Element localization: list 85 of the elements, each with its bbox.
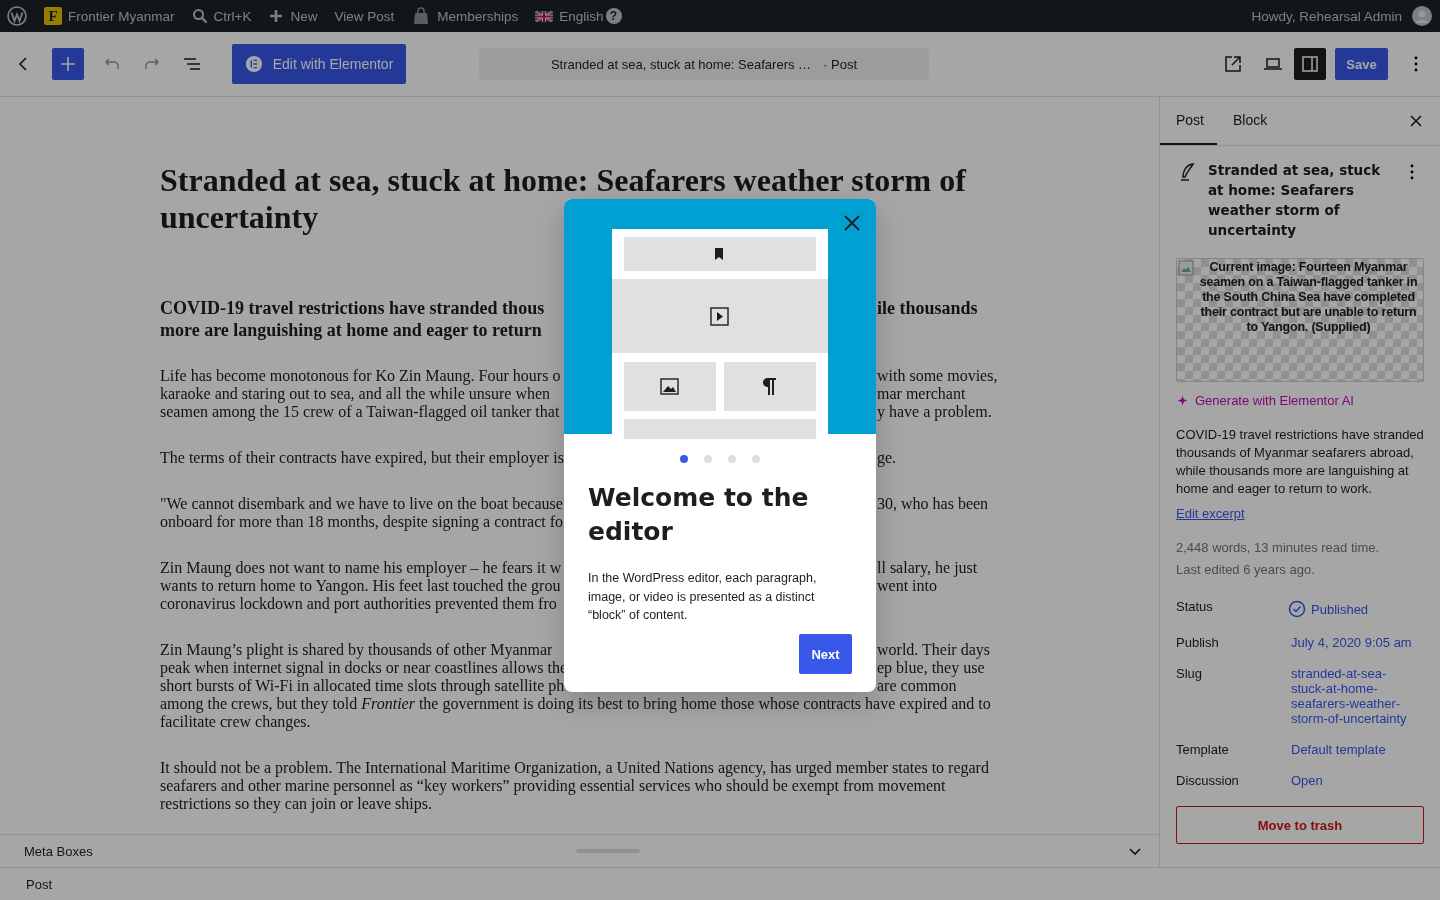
- paragraph-text: ge.: [877, 449, 897, 467]
- paragraph-text: wants to return home to Yangon. His feet last touched the grou: [160, 577, 561, 595]
- document-title-bar[interactable]: Stranded at sea, stuck at home: Seafarers … · Post: [479, 48, 929, 80]
- paragraph-text: restrictions so they can join or leave ships.: [160, 795, 432, 813]
- page-dot[interactable]: [680, 455, 688, 463]
- wordpress-logo-icon[interactable]: [7, 6, 27, 26]
- check-circle-icon: [1287, 599, 1307, 619]
- paragraph-text: seafarers and other marine personnel as “key workers” providing essential services who should be exempt from movement: [160, 777, 946, 795]
- paragraph-text: karaoke and staring out to sea, and all the while unsure when: [160, 385, 551, 403]
- elementor-logo-icon: [244, 55, 263, 73]
- paragraph-text: mar merchant: [877, 385, 966, 403]
- status-button[interactable]: Published: [1287, 599, 1415, 619]
- paragraph-text: "We cannot disembark and we have to live on the boat because: [160, 495, 563, 513]
- paragraph-text: 30, who has been: [877, 495, 989, 513]
- add-block-button[interactable]: [52, 48, 84, 80]
- excerpt-text: COVID-19 travel restrictions have stranded thousands of Myanmar seafarers abroad, while thousands more are languishing at home and eager to return to work.: [1176, 426, 1424, 498]
- paragraph-text: are common: [877, 677, 957, 695]
- new-content-link[interactable]: New: [268, 8, 318, 24]
- field-value-link[interactable]: Default template: [1291, 742, 1419, 757]
- post-stats-text: 2,448 words, 13 minutes read time.: [1176, 539, 1381, 557]
- paragraph-text: ll salary, he just: [877, 559, 978, 577]
- plus-icon: [268, 8, 285, 24]
- settings-sidebar-toggle[interactable]: [1294, 48, 1326, 80]
- field-label: Publish: [1176, 635, 1220, 650]
- lead-text: more are languishing at home and eager to return: [160, 319, 542, 341]
- paragraph-text: among the crews, but they told Frontier the government is doing its best to bring home those whose contracts have expired and to: [160, 695, 991, 713]
- lead-text: ile thousands: [877, 297, 978, 319]
- post-title[interactable]: Stranded at sea, stuck at home: Seafarers weather storm of uncertainty: [160, 162, 992, 236]
- edit-with-elementor-button[interactable]: Edit with Elementor: [232, 44, 406, 84]
- sidebar-tab[interactable]: Block: [1217, 97, 1284, 145]
- sparkle-icon: [1176, 394, 1189, 407]
- paragraph-text: onboard for more than 18 months, despite signing a contract fo: [160, 513, 563, 531]
- field-label: Slug: [1176, 666, 1204, 681]
- featured-image[interactable]: Current image: Fourteen Myanmar seamen on a Taiwan-flagged tanker in the South China Sea have completed their contract but are unable to return to Yangon. (Supplied): [1176, 258, 1424, 382]
- search-icon: [191, 8, 208, 24]
- search-command-link[interactable]: Ctrl+K: [191, 8, 252, 24]
- paragraph-text: went into: [877, 577, 937, 595]
- move-to-trash-button[interactable]: Move to trash: [1176, 806, 1424, 844]
- edit-excerpt-link[interactable]: Edit excerpt: [1176, 506, 1245, 521]
- memberships-link[interactable]: Memberships: [411, 6, 519, 26]
- site-link[interactable]: F Frontier Myanmar: [44, 7, 175, 25]
- paragraph-text: It should not be a problem. The International Maritime Organization, a United Nations agency, has urged member states to regard: [160, 759, 989, 777]
- paragraph-text: world. Their days: [877, 641, 990, 659]
- paragraph-text: ep blue, they use: [877, 659, 985, 677]
- paragraph-text: with some movies,: [877, 367, 998, 385]
- site-logo-icon: F: [44, 7, 62, 25]
- paragraph-text: coronavirus lockdown and port authorities prevented them fro: [160, 595, 557, 613]
- document-type: · Post: [823, 56, 858, 72]
- avatar-icon: [1412, 6, 1432, 26]
- paragraph-text: Zin Maung does not want to name his employer – he fears it w: [160, 559, 562, 577]
- field-value-link[interactable]: stranded-at-sea-stuck-at-home-seafarers-weather-storm-of-uncertainty: [1291, 666, 1419, 726]
- view-post-link[interactable]: View Post: [334, 8, 395, 24]
- paragraph-text: y have a problem.: [877, 403, 992, 421]
- document-title: Stranded at sea, stuck at home: Seafarers …: [550, 56, 812, 72]
- post-stats-text: Last edited 6 years ago.: [1176, 561, 1316, 579]
- broken-image-icon: [1178, 260, 1194, 276]
- next-button[interactable]: Next: [799, 634, 852, 674]
- field-value-link[interactable]: Open: [1291, 773, 1419, 788]
- field-label: Template: [1176, 742, 1230, 757]
- page-dot[interactable]: [728, 455, 736, 463]
- field-value-link[interactable]: July 4, 2020 9:05 am: [1291, 635, 1419, 650]
- language-switcher[interactable]: English ?: [535, 8, 622, 24]
- meta-boxes-label: Meta Boxes: [24, 843, 93, 859]
- paragraph-text: short bursts of Wi-Fi in allocated time slots through satellite ph: [160, 677, 565, 695]
- dialog-text: In the WordPress editor, each paragraph, image, or video is presented as a distinct “block” of content.: [588, 570, 818, 624]
- post-summary-title: Stranded at sea, stuck at home: Seafarers weather storm of uncertainty: [1208, 161, 1382, 240]
- paragraph-text: Life has become monotonous for Ko Zin Maung. Four hours o: [160, 367, 561, 385]
- save-button[interactable]: Save: [1335, 48, 1388, 80]
- field-label: Discussion: [1176, 773, 1240, 788]
- paragraph-text: seamen among the 15 crew of a Taiwan-flagged oil tanker that: [160, 403, 560, 421]
- breadcrumb[interactable]: Post: [26, 876, 52, 892]
- field-label: Status: [1176, 599, 1214, 614]
- page-dot[interactable]: [752, 455, 760, 463]
- lead-text: COVID-19 travel restrictions have stranded thous: [160, 297, 545, 319]
- paragraph-text: The terms of their contracts have expired, but their employer is: [160, 449, 564, 467]
- sidebar-tab[interactable]: Post: [1160, 97, 1217, 145]
- flag-icon: [535, 10, 554, 22]
- help-icon[interactable]: ?: [605, 8, 622, 24]
- image-alt-text: Current image: Fourteen Myanmar seamen on a Taiwan-flagged tanker in the South China Sea have completed their contract but are unable to return to Yangon. (Supplied): [1198, 259, 1419, 335]
- paragraph-text: Zin Maung’s plight is shared by thousands of other Myanmar: [160, 641, 553, 659]
- page-dot[interactable]: [704, 455, 712, 463]
- paragraph-text: facilitate crew changes.: [160, 713, 311, 731]
- generate-ai-link[interactable]: Generate with Elementor AI: [1176, 393, 1424, 408]
- account-menu[interactable]: Howdy, Rehearsal Admin: [1251, 6, 1432, 26]
- dialog-heading: Welcome to the editor: [588, 482, 810, 548]
